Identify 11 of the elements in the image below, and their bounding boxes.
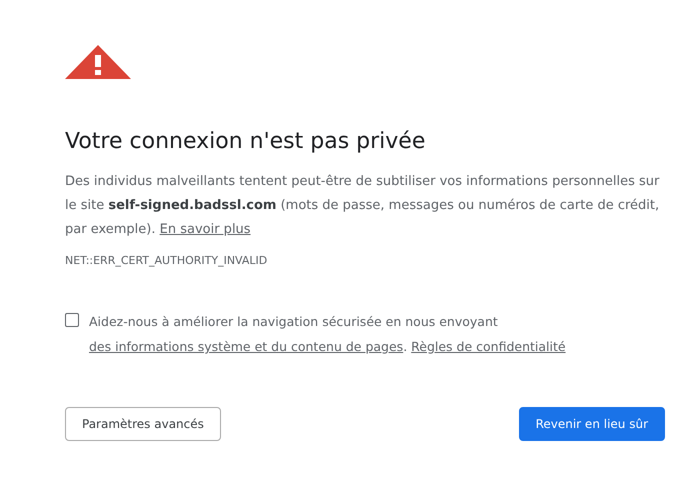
- link[interactable]: des informations système et du contenu de pages: [89, 339, 404, 354]
- page-heading: Votre connexion n'est pas privée: [65, 129, 426, 154]
- checkbox[interactable]: [65, 313, 79, 327]
- error-code: NET::ERR_CERT_AUTHORITY_INVALID: [65, 254, 268, 267]
- back-to-safety-button[interactable]: Revenir en lieu sûr: [518, 407, 665, 441]
- opt-in-text: Aidez-nous à améliorer la navigation sécurisée en nous envoyant des informations système et du contenu de pages. Règles de confidentialité: [89, 313, 567, 356]
- advanced-button[interactable]: Paramètres avancés: [65, 407, 221, 441]
- description: Des individus malveillants tentent peut-être de subtiliser vos informations personnelles sur le site self-signed.badssl.com (mots de passe, messages ou numéros de carte de crédit, par exemple). En savoir plus: [65, 173, 660, 239]
- warning-icon: [65, 45, 131, 79]
- link[interactable]: En savoir plus: [160, 222, 251, 237]
- link[interactable]: Règles de confidentialité: [411, 339, 566, 354]
